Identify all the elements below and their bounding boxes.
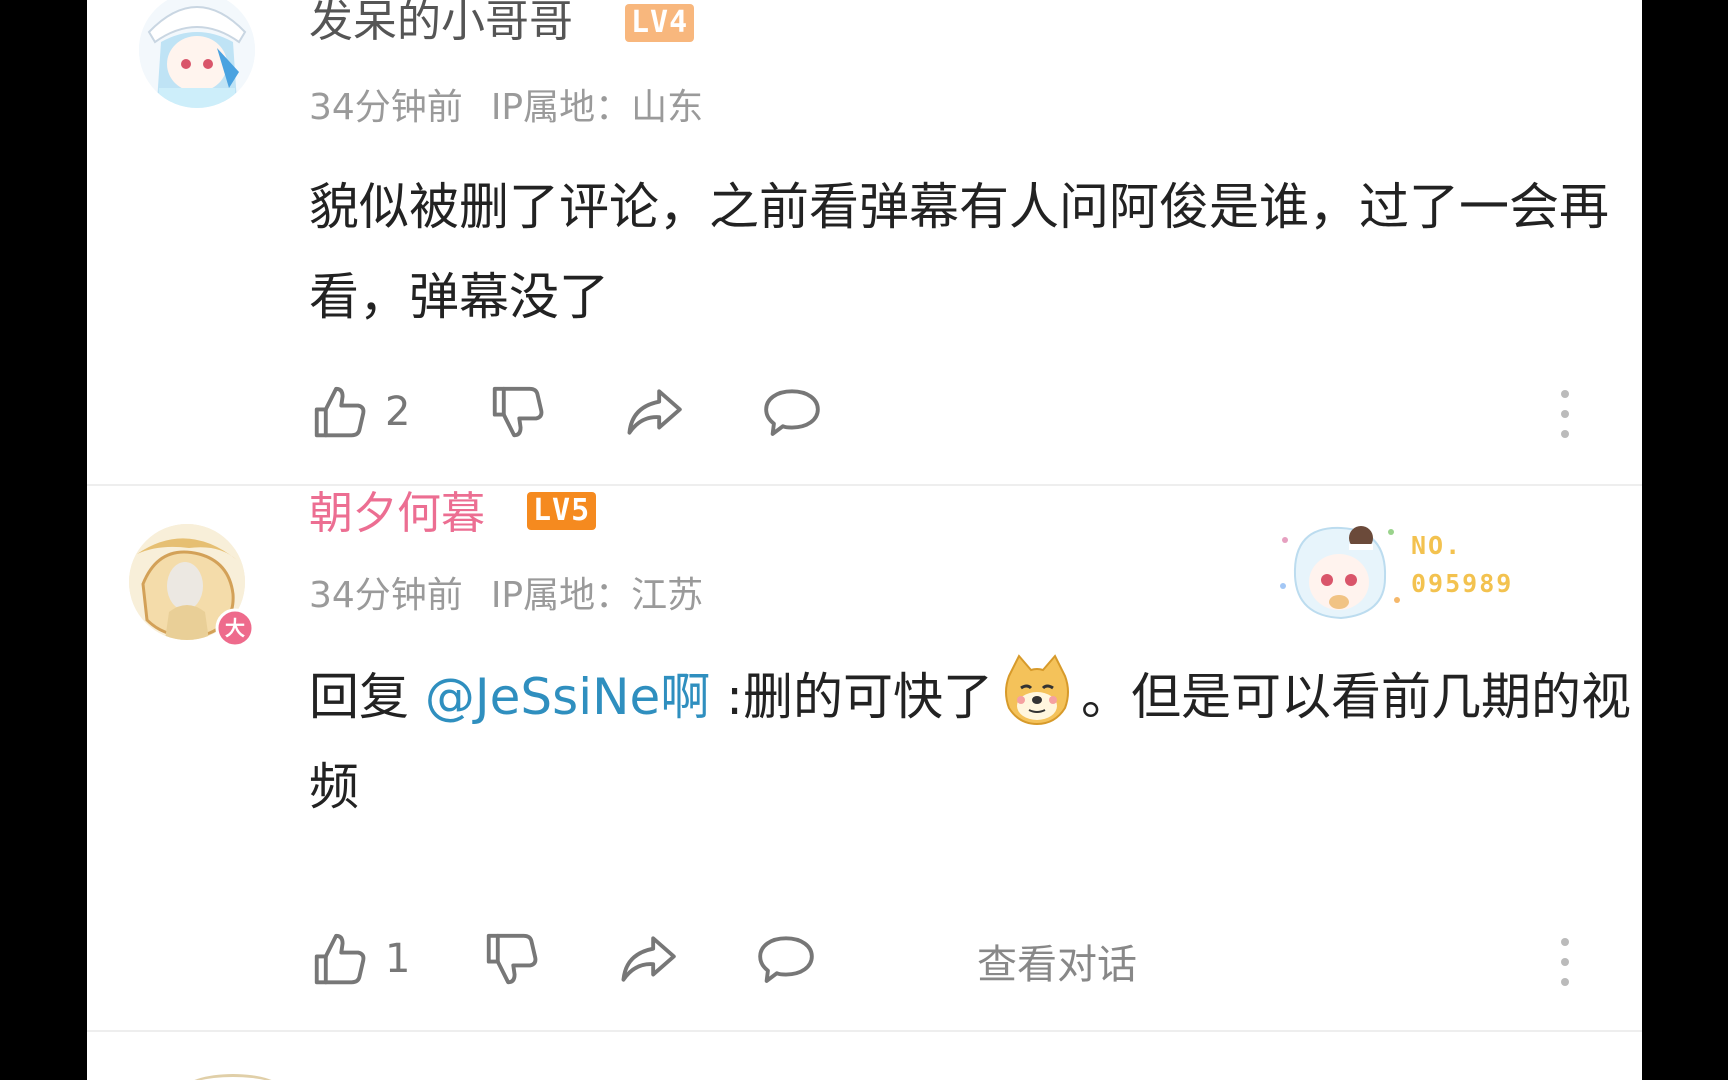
fan-badge-number: 095989: [1411, 569, 1514, 598]
level-badge: LV4: [625, 4, 695, 42]
comment-divider: [87, 1030, 1642, 1032]
like-button[interactable]: 2: [309, 381, 410, 443]
doge-emoji: [1005, 654, 1070, 726]
next-comment-avatar: [183, 1074, 283, 1080]
more-vertical-icon[interactable]: [1559, 386, 1571, 442]
avatar[interactable]: [139, 0, 255, 108]
ip-location: IP属地：山东: [490, 87, 704, 128]
comment-text: 回复 @JeSsiNe啊 :删的可快了 。但是可以看前几期的视频: [309, 652, 1642, 832]
comment-text-part: :删的可快了: [710, 668, 994, 726]
share-button[interactable]: [623, 381, 685, 443]
comment-time: 34分钟前: [309, 575, 463, 616]
comment-icon: [758, 936, 814, 983]
thumbs-up-icon: [314, 386, 366, 438]
vip-badge: 大: [215, 608, 255, 648]
view-conversation-link[interactable]: 查看对话: [977, 932, 1137, 990]
fan-badge: NO. 095989: [1275, 516, 1535, 626]
thumbs-up-icon: [314, 933, 366, 985]
reply-button[interactable]: [761, 381, 823, 443]
dislike-button[interactable]: [487, 381, 549, 443]
fan-badge-label: NO.: [1411, 531, 1463, 560]
reply-button[interactable]: [755, 928, 817, 990]
like-count: 2: [385, 389, 411, 435]
more-vertical-icon[interactable]: [1559, 934, 1571, 990]
like-count: 1: [385, 936, 411, 982]
reply-prefix: 回复: [309, 668, 425, 726]
vip-badge-char: 大: [225, 616, 245, 640]
reply-mention-link[interactable]: @JeSsiNe啊: [425, 668, 710, 726]
comment-time: 34分钟前: [309, 87, 463, 128]
ip-location: IP属地：江苏: [490, 575, 704, 616]
comment-item: 发呆的小哥哥 LV4 34分钟前 IP属地：山东 貌似被删了评论，之前看弹幕有人问…: [87, 0, 1642, 484]
comment-icon: [764, 389, 820, 436]
share-icon: [627, 389, 682, 435]
comment-item: 大 朝夕何暮 LV5 34分钟前 IP属地：江苏 NO. 095989 回复 @…: [87, 488, 1642, 1032]
thumbs-down-icon: [492, 386, 544, 438]
comment-meta: 34分钟前 IP属地：江苏: [309, 566, 731, 618]
share-button[interactable]: [617, 928, 679, 990]
comment-meta: 34分钟前 IP属地：山东: [309, 78, 731, 130]
username[interactable]: 发呆的小哥哥: [309, 0, 573, 50]
level-badge: LV5: [527, 492, 597, 530]
like-button[interactable]: 1: [309, 928, 410, 990]
username[interactable]: 朝夕何暮: [309, 486, 485, 542]
comment-list: 发呆的小哥哥 LV4 34分钟前 IP属地：山东 貌似被删了评论，之前看弹幕有人问…: [87, 0, 1642, 1080]
dislike-button[interactable]: [481, 928, 543, 990]
comment-text: 貌似被删了评论，之前看弹幕有人问阿俊是谁，过了一会再看，弹幕没了: [309, 178, 1609, 326]
fan-badge-art: [1280, 526, 1400, 620]
thumbs-down-icon: [486, 933, 538, 985]
share-icon: [621, 936, 676, 982]
